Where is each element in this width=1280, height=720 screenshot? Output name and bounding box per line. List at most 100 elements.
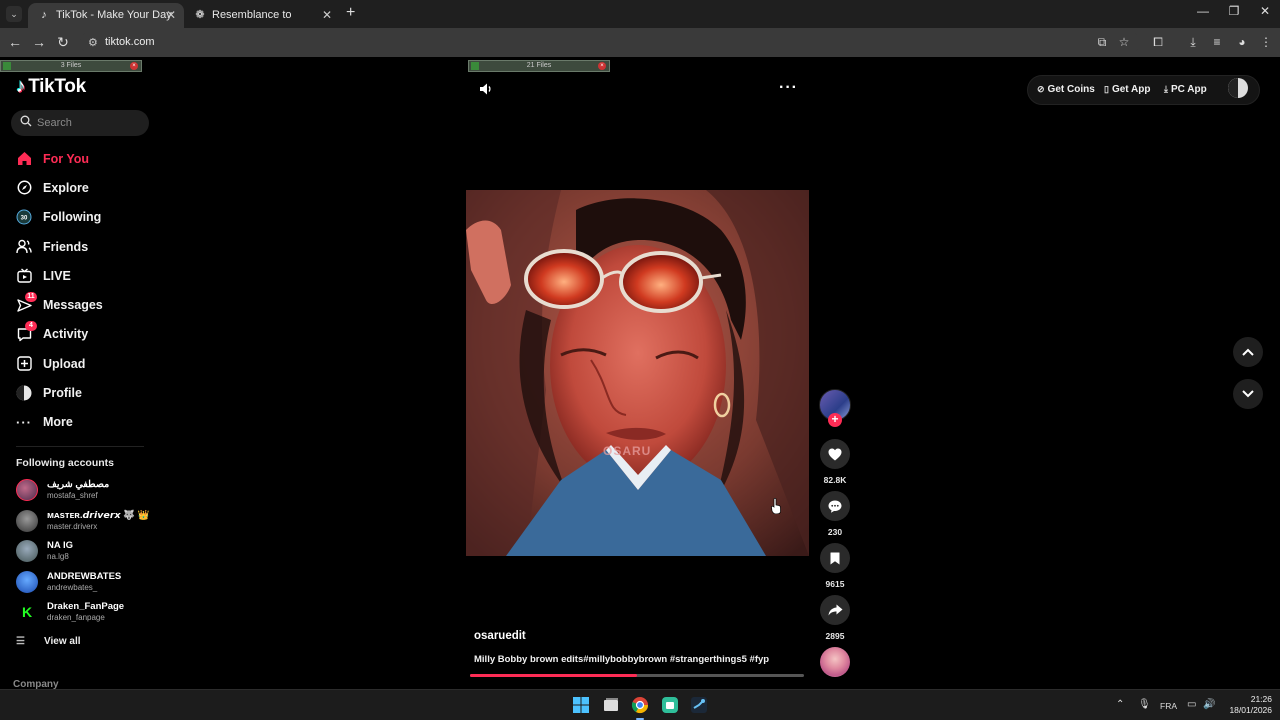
profile-icon <box>16 385 32 401</box>
url-text: tiktok.com <box>105 36 155 48</box>
windows-start-icon[interactable] <box>572 696 590 714</box>
download-label: 3 Files <box>60 62 82 69</box>
browser-tab-resemblance[interactable]: ❁ Resemblance to Higuruma ✕ <box>184 3 340 46</box>
install-app-icon[interactable]: ⧉ <box>1094 35 1110 49</box>
video-player[interactable]: OSARU <box>466 190 809 556</box>
video-author[interactable]: osaruedit <box>474 630 526 642</box>
speaker-icon[interactable]: 🔊 <box>1203 699 1215 710</box>
close-icon[interactable]: × <box>598 62 606 70</box>
tab-search-button[interactable]: ⌄ <box>6 6 22 22</box>
back-icon[interactable]: ← <box>6 34 24 50</box>
progress-fill <box>470 674 637 677</box>
search-input[interactable]: Search <box>11 110 149 136</box>
nav-label: Upload <box>43 356 86 371</box>
list-item[interactable]: K Draken_FanPage draken_fanpage <box>16 598 156 629</box>
comment-button[interactable] <box>820 491 850 521</box>
browser-toolbar: ← → ↻ ⚙ tiktok.com ⧉ ☆ ⧠ ⤓ ≡ ◕ ⋮ <box>0 28 1280 57</box>
music-disc-avatar[interactable] <box>820 647 850 677</box>
task-view-icon[interactable] <box>602 696 620 714</box>
nav-label: Profile <box>43 386 82 401</box>
list-item[interactable]: ANDREWBATES andrewbates_ <box>16 568 156 599</box>
site-info-icon[interactable]: ⚙ <box>88 36 98 49</box>
restore-icon[interactable]: ❐ <box>1219 4 1249 18</box>
nav-label: LIVE <box>43 268 71 283</box>
nav-label: For You <box>43 151 90 166</box>
follow-button[interactable]: + <box>828 413 842 427</box>
get-coins-button[interactable]: ⊘ Get Coins <box>1037 84 1095 95</box>
chrome-menu-icon[interactable]: ⋮ <box>1258 35 1274 49</box>
language-indicator[interactable]: FRA <box>1160 701 1177 711</box>
nav-label: Following <box>43 210 102 225</box>
account-name: Draken_FanPage <box>47 601 125 612</box>
get-coins-label: Get Coins <box>1047 84 1095 95</box>
profile-avatar-icon[interactable]: ◕ <box>1234 35 1250 49</box>
download-pill[interactable]: 21 Files × <box>468 60 610 72</box>
share-button[interactable] <box>820 595 850 625</box>
comment-icon <box>828 500 842 513</box>
sidebar-item-profile[interactable]: Profile <box>16 378 156 407</box>
sidebar-item-upload[interactable]: Upload <box>16 349 156 378</box>
volume-icon[interactable] <box>479 82 493 96</box>
chevron-up-icon[interactable]: ⌃ <box>1116 699 1124 710</box>
user-avatar[interactable] <box>1228 78 1248 98</box>
save-button[interactable] <box>820 543 850 573</box>
close-tab-icon[interactable]: ✕ <box>166 3 176 28</box>
pc-app-button[interactable]: ⤓ PC App <box>1164 84 1207 95</box>
tiktok-logo[interactable]: ♪ TikTok <box>16 76 86 98</box>
get-app-button[interactable]: ▯ Get App <box>1104 84 1150 95</box>
close-tab-icon[interactable]: ✕ <box>322 3 332 28</box>
get-app-label: Get App <box>1111 84 1151 95</box>
microphone-icon[interactable]: 🎙 <box>1138 699 1151 710</box>
list-item[interactable]: ᴍᴀsᴛᴇʀ.𝙙𝙧𝙞𝙫𝙚𝙧𝙭 🐺 👑 master.driverx <box>16 507 156 538</box>
activity-badge: 4 <box>25 321 37 332</box>
sidebar-item-friends[interactable]: Friends <box>16 232 156 261</box>
forward-icon[interactable]: → <box>30 34 48 50</box>
android-app-icon[interactable] <box>661 696 679 714</box>
list-item[interactable]: مصطفي شريف mostafa_shref <box>16 476 156 507</box>
view-all-label: View all <box>44 636 81 647</box>
downloads-icon[interactable]: ⤓ <box>1185 35 1201 49</box>
system-clock[interactable]: 21:26 18/01/2026 <box>1222 694 1272 716</box>
messages-badge: 11 <box>25 292 37 303</box>
steam-icon[interactable] <box>690 696 708 714</box>
extensions-icon[interactable]: ⧠ <box>1150 35 1166 49</box>
clock-time: 21:26 <box>1250 694 1272 704</box>
browser-tab-tiktok[interactable]: ♪ TikTok - Make Your Day ✕ <box>28 3 184 28</box>
download-pill[interactable]: 3 Files × <box>0 60 142 72</box>
sidebar-item-activity[interactable]: 4 Activity <box>16 320 156 349</box>
search-placeholder: Search <box>37 117 72 129</box>
divider <box>16 446 144 447</box>
following-accounts-list: مصطفي شريف mostafa_shref ᴍᴀsᴛᴇʀ.𝙙𝙧𝙞𝙫𝙚𝙧𝙭 … <box>16 476 156 629</box>
sidebar-item-explore[interactable]: Explore <box>16 173 156 202</box>
address-bar[interactable]: ⚙ tiktok.com <box>80 31 1140 54</box>
comment-count: 230 <box>827 527 843 537</box>
download-icon: ⤓ <box>1164 84 1168 94</box>
close-icon[interactable]: × <box>130 62 138 70</box>
video-progress-bar[interactable] <box>470 674 804 677</box>
network-icon[interactable]: ▭ <box>1187 699 1196 710</box>
list-item[interactable]: NA IG na.lg8 <box>16 537 156 568</box>
view-all-link[interactable]: ☰ View all <box>16 636 81 647</box>
company-heading: Company <box>13 679 59 689</box>
sidebar-item-for-you[interactable]: For You <box>16 144 156 173</box>
close-window-icon[interactable]: ✕ <box>1250 4 1280 18</box>
sidebar-item-live[interactable]: LIVE <box>16 261 156 290</box>
sidebar-item-following[interactable]: 30 Following <box>16 203 156 232</box>
bookmark-star-icon[interactable]: ☆ <box>1116 35 1132 49</box>
new-tab-button[interactable]: + <box>346 5 355 21</box>
messages-icon: 11 <box>16 292 37 313</box>
sidebar-item-more[interactable]: ··· More <box>16 408 156 437</box>
tiktok-note-icon: ♪ <box>16 76 26 97</box>
file-icon <box>3 62 11 70</box>
minimize-icon[interactable]: — <box>1188 4 1218 18</box>
reload-icon[interactable]: ↻ <box>54 34 72 50</box>
sidebar-item-messages[interactable]: 11 Messages <box>16 290 156 319</box>
next-video-button[interactable] <box>1233 379 1263 409</box>
more-options-icon[interactable]: ··· <box>779 79 798 97</box>
account-handle: na.lg8 <box>47 552 69 561</box>
like-button[interactable] <box>820 439 850 469</box>
previous-video-button[interactable] <box>1233 337 1263 367</box>
media-control-icon[interactable]: ≡ <box>1209 35 1225 49</box>
tiktok-page: 3 Files × 21 Files × ♪ TikTok Search For… <box>0 57 1280 689</box>
chrome-icon[interactable] <box>631 696 649 714</box>
